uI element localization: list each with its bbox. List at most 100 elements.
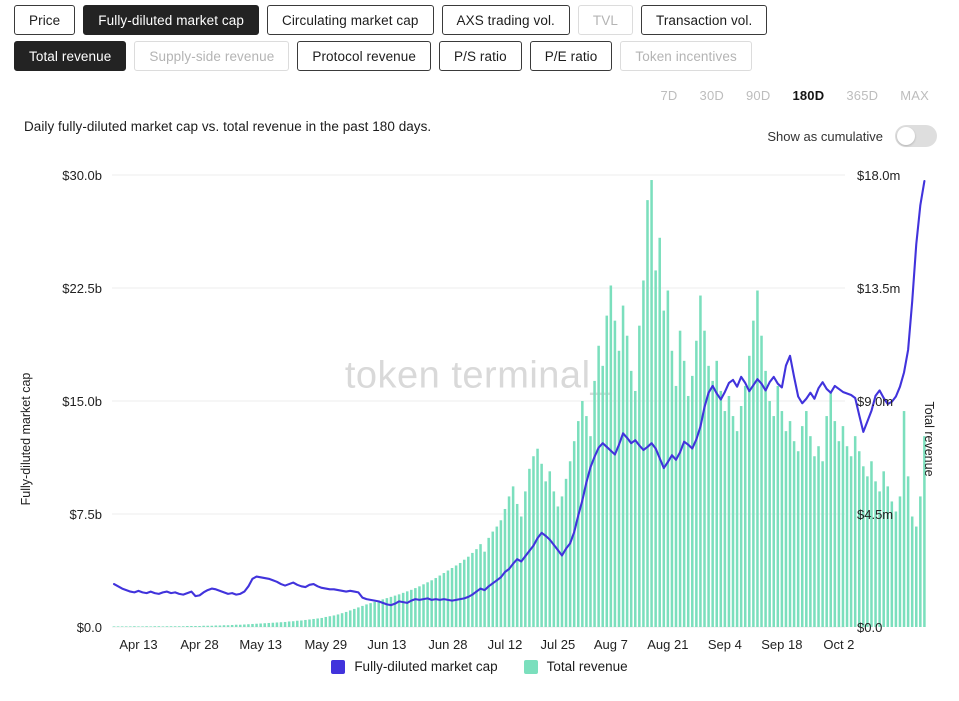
revenue-bar[interactable]: [186, 625, 189, 627]
revenue-bar[interactable]: [768, 401, 771, 627]
revenue-bar[interactable]: [601, 365, 604, 627]
revenue-bar[interactable]: [906, 476, 910, 627]
revenue-bar[interactable]: [247, 624, 250, 627]
revenue-bar[interactable]: [780, 411, 784, 627]
revenue-bar[interactable]: [165, 626, 169, 627]
revenue-bar[interactable]: [479, 544, 482, 627]
revenue-bar[interactable]: [316, 618, 319, 627]
revenue-bar[interactable]: [112, 626, 116, 627]
revenue-bar[interactable]: [239, 624, 242, 627]
revenue-bar[interactable]: [682, 360, 686, 627]
revenue-bar[interactable]: [177, 626, 181, 627]
revenue-bar[interactable]: [312, 618, 315, 627]
metric-tab-p-s-ratio[interactable]: P/S ratio: [439, 41, 522, 71]
revenue-bar[interactable]: [116, 626, 120, 627]
revenue-bar[interactable]: [389, 596, 393, 627]
revenue-bar[interactable]: [234, 624, 238, 627]
revenue-bar[interactable]: [259, 623, 262, 627]
revenue-bar[interactable]: [210, 625, 214, 627]
revenue-bar[interactable]: [833, 421, 837, 627]
revenue-bar[interactable]: [475, 549, 478, 627]
revenue-bar[interactable]: [206, 625, 209, 627]
revenue-bar[interactable]: [670, 350, 674, 627]
revenue-bar[interactable]: [882, 471, 885, 627]
revenue-bar[interactable]: [291, 621, 295, 627]
revenue-bar[interactable]: [894, 511, 898, 627]
revenue-bar[interactable]: [467, 556, 470, 627]
revenue-bar[interactable]: [703, 330, 706, 627]
revenue-bar[interactable]: [695, 340, 698, 627]
revenue-bar[interactable]: [353, 608, 356, 627]
revenue-bar[interactable]: [629, 370, 633, 627]
revenue-bar[interactable]: [495, 526, 499, 627]
revenue-bar[interactable]: [800, 426, 804, 627]
metric-tab-transaction-vol[interactable]: Transaction vol.: [640, 5, 768, 35]
revenue-bar[interactable]: [324, 616, 328, 627]
revenue-bar[interactable]: [707, 365, 710, 627]
revenue-bar[interactable]: [739, 406, 743, 627]
revenue-bar[interactable]: [613, 320, 617, 627]
revenue-bar[interactable]: [405, 591, 409, 627]
revenue-bar[interactable]: [735, 431, 739, 627]
revenue-bar[interactable]: [141, 626, 144, 627]
revenue-bar[interactable]: [686, 395, 690, 627]
revenue-bar[interactable]: [691, 375, 694, 627]
revenue-bar[interactable]: [279, 622, 283, 627]
revenue-bar[interactable]: [190, 625, 193, 627]
revenue-bar[interactable]: [560, 496, 564, 627]
revenue-bar[interactable]: [727, 395, 731, 627]
revenue-bar[interactable]: [857, 451, 861, 627]
revenue-bar[interactable]: [597, 345, 600, 627]
revenue-bar[interactable]: [507, 496, 511, 627]
revenue-bar[interactable]: [226, 625, 230, 627]
revenue-bar[interactable]: [410, 589, 413, 627]
legend-item-total-revenue[interactable]: Total revenue: [523, 659, 628, 674]
revenue-bar[interactable]: [837, 441, 841, 627]
revenue-bar[interactable]: [348, 610, 352, 627]
revenue-bar[interactable]: [809, 436, 812, 627]
revenue-bar[interactable]: [796, 451, 800, 627]
revenue-bar[interactable]: [743, 385, 747, 627]
revenue-bar[interactable]: [870, 461, 873, 627]
revenue-bar[interactable]: [422, 584, 425, 627]
revenue-bar[interactable]: [271, 622, 275, 627]
revenue-bar[interactable]: [764, 370, 767, 627]
revenue-bar[interactable]: [752, 320, 755, 627]
revenue-bar[interactable]: [813, 456, 816, 627]
revenue-bar[interactable]: [609, 285, 613, 627]
cumulative-toggle-group[interactable]: Show as cumulative: [767, 125, 937, 147]
revenue-bar[interactable]: [296, 620, 299, 627]
revenue-bar[interactable]: [511, 486, 515, 627]
revenue-bar[interactable]: [320, 617, 323, 627]
revenue-bar[interactable]: [711, 380, 714, 627]
revenue-bar[interactable]: [821, 461, 824, 627]
revenue-bar[interactable]: [340, 613, 344, 627]
revenue-bar[interactable]: [792, 441, 796, 627]
revenue-bar[interactable]: [129, 626, 132, 627]
revenue-bar[interactable]: [251, 623, 254, 627]
revenue-bar[interactable]: [145, 626, 148, 627]
revenue-bar[interactable]: [169, 626, 173, 627]
revenue-bar[interactable]: [748, 355, 751, 627]
range-button-max[interactable]: MAX: [900, 88, 929, 103]
revenue-bar[interactable]: [308, 619, 311, 627]
revenue-bar[interactable]: [874, 481, 877, 627]
revenue-bar[interactable]: [214, 625, 218, 627]
revenue-bar[interactable]: [788, 421, 792, 627]
revenue-bar[interactable]: [401, 592, 405, 627]
revenue-bar[interactable]: [133, 626, 136, 627]
revenue-bar[interactable]: [434, 578, 438, 627]
revenue-bar[interactable]: [369, 603, 372, 627]
revenue-bar[interactable]: [503, 508, 507, 627]
revenue-bar[interactable]: [438, 575, 442, 627]
range-button-30d[interactable]: 30D: [700, 88, 724, 103]
metric-tab-price[interactable]: Price: [14, 5, 76, 35]
revenue-bar[interactable]: [397, 594, 401, 627]
revenue-bar[interactable]: [418, 586, 421, 627]
revenue-bar[interactable]: [344, 611, 348, 627]
revenue-bar[interactable]: [243, 624, 246, 627]
revenue-bar[interactable]: [377, 600, 380, 627]
revenue-bar[interactable]: [336, 614, 340, 627]
revenue-bar[interactable]: [300, 620, 303, 627]
revenue-bar[interactable]: [202, 625, 205, 627]
